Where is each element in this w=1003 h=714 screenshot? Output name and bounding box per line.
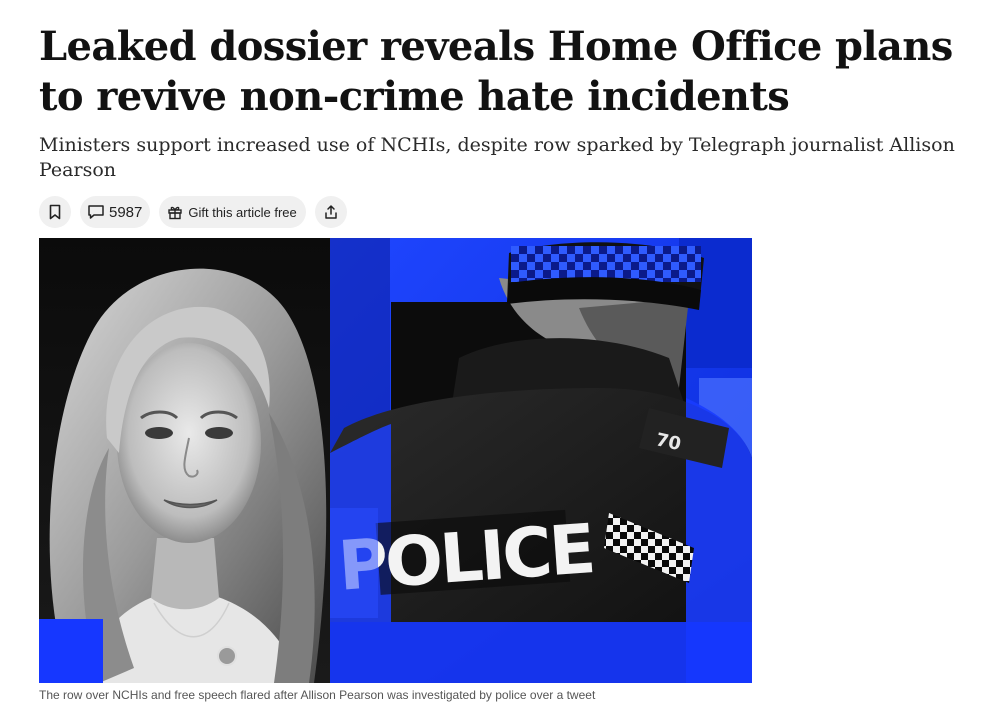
bookmark-button[interactable] bbox=[39, 196, 71, 228]
gift-article-label: Gift this article free bbox=[188, 204, 297, 220]
comment-icon bbox=[88, 205, 104, 219]
share-button[interactable] bbox=[314, 196, 347, 228]
article-actions-bar: 5987 Gift this article free bbox=[39, 196, 347, 228]
comment-count: 5987 bbox=[109, 203, 143, 221]
share-icon bbox=[325, 205, 337, 219]
article-hero-image: 70 POLICE bbox=[39, 238, 752, 683]
gift-icon bbox=[168, 206, 183, 220]
police-panel: 70 POLICE bbox=[330, 238, 752, 683]
article-headline: Leaked dossier reveals Home Office plans… bbox=[39, 23, 953, 120]
article-subheadline: Ministers support increased use of NCHIs… bbox=[39, 134, 955, 181]
bookmark-icon bbox=[49, 204, 61, 220]
comments-button[interactable]: 5987 bbox=[80, 196, 151, 228]
portrait-panel bbox=[39, 238, 330, 683]
gift-article-button[interactable]: Gift this article free bbox=[159, 196, 306, 228]
image-caption: The row over NCHIs and free speech flare… bbox=[39, 688, 596, 702]
